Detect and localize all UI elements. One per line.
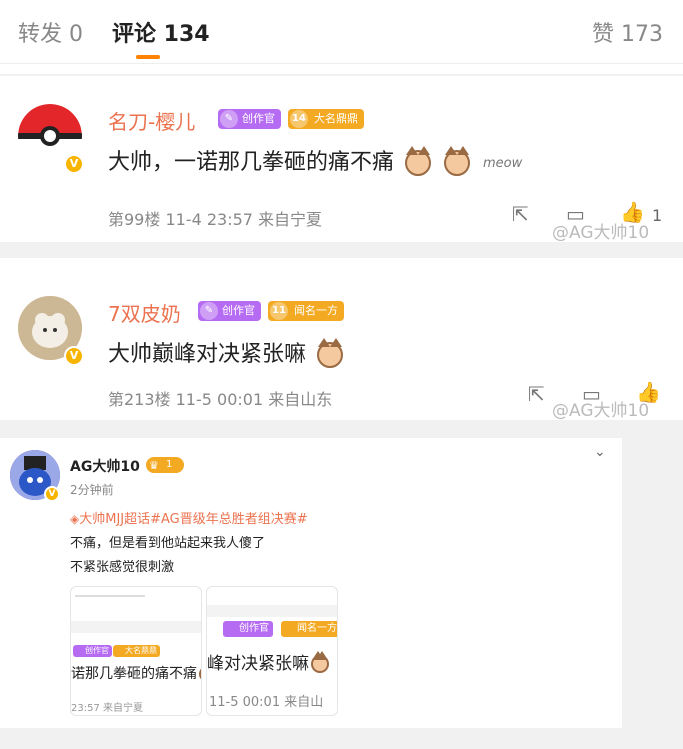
comment-tab-bar: 转发 0 评论 134 赞 173 (0, 0, 683, 64)
creator-icon: ✎ (220, 110, 238, 128)
clipped-previous-row (0, 64, 683, 74)
level-chip-title: 大名鼎鼎 (314, 112, 358, 125)
watermark: @AG大帅10 (552, 223, 650, 242)
creator-chip: ✎ 创作官 (198, 301, 261, 321)
creator-chip: 创作官 (73, 645, 112, 657)
thumb-meta: 11-5 00:01 来自山 (209, 695, 324, 710)
thumb-comment-text: 峰对决紧张嘛 (207, 649, 329, 674)
clipped-row (75, 595, 145, 603)
thumb-comment-text-content: 诺那几拳砸的痛不痛 (71, 666, 197, 682)
comment-text-content: 大帅巅峰对决紧张嘛 (108, 342, 307, 367)
comment-text: 大帅巅峰对决紧张嘛 (108, 336, 344, 368)
post-topics[interactable]: ◈大帅MJJ超话#AG晋级年总胜者组决赛# (70, 508, 308, 527)
crown-icon: ♛ (149, 459, 159, 472)
post-image-thumbnail[interactable]: 创作官 闻名一方 峰对决紧张嘛 11-5 00:01 来自山 (206, 586, 338, 716)
cat-emoji-icon (405, 146, 432, 176)
level-chip-title: 闻名一方 (294, 304, 338, 317)
post-text-line: 不紧张感觉很刺激 (70, 560, 175, 575)
cat-emoji-icon (199, 662, 201, 682)
level-chip: 14 大名鼎鼎 (288, 109, 364, 129)
comment-item: V 7双皮奶 ✎ 创作官 11 闻名一方 大帅巅峰对决紧张嘛 第213楼 11-… (0, 268, 683, 420)
share-icon[interactable]: ⇱ (528, 382, 545, 406)
chevron-down-icon[interactable]: ⌄ (594, 444, 606, 460)
thumb-comment-text-content: 峰对决紧张嘛 (207, 654, 309, 674)
active-tab-indicator (136, 55, 160, 59)
level-badge: ♛ 1 (146, 457, 184, 473)
post-username[interactable]: AG大帅10 (70, 456, 140, 476)
cat-emoji-icon (444, 146, 471, 176)
level-number: 11 (270, 302, 288, 320)
meow-sticker-icon: meow (483, 155, 523, 171)
clipped-row (0, 258, 683, 268)
post-time: 2分钟前 (70, 483, 114, 497)
tab-like[interactable]: 赞 173 (592, 16, 663, 48)
verified-badge-icon: V (64, 346, 84, 366)
comment-meta: 第99楼 11-4 23:57 来自宁夏 (108, 210, 323, 229)
cat-emoji-icon (311, 651, 329, 673)
comment-text: 大帅，一诺那几拳砸的痛不痛 meow (108, 144, 522, 176)
creator-chip-label: 创作官 (222, 304, 255, 317)
verified-badge-icon: V (44, 486, 60, 502)
like-count: 1 (652, 206, 663, 225)
gem-icon: ◈ (70, 512, 80, 526)
thumb-separator (207, 605, 337, 617)
comment-username[interactable]: 7双皮奶 (108, 298, 181, 327)
post-topics-text[interactable]: 大帅MJJ超话#AG晋级年总胜者组决赛# (79, 512, 307, 527)
creator-chip: ✎ 创作官 (218, 109, 281, 129)
creator-chip: 创作官 (223, 621, 273, 637)
share-icon[interactable]: ⇱ (512, 202, 529, 226)
thumb-meta: 23:57 来自宁夏 (71, 703, 143, 714)
level-number: 14 (290, 110, 308, 128)
comment-username[interactable]: 名刀-樱儿 (108, 106, 195, 135)
comment-meta: 第213楼 11-5 00:01 来自山东 (108, 390, 333, 409)
level-chip: 闻名一方 (281, 621, 337, 637)
verified-badge-icon: V (64, 154, 84, 174)
post-text-line: 不痛，但是看到他站起来我人傻了 (70, 536, 266, 551)
creator-chip-label: 创作官 (242, 112, 275, 125)
cat-emoji-icon (317, 338, 344, 368)
post-image-thumbnail[interactable]: 创作官 大名鼎鼎 诺那几拳砸的痛不痛 23:57 来自宁夏 (70, 586, 202, 716)
watermark: @AG大帅10 (552, 401, 650, 420)
thumb-comment-text: 诺那几拳砸的痛不痛 (71, 662, 201, 683)
comment-item: V 名刀-樱儿 ✎ 创作官 14 大名鼎鼎 大帅，一诺那几拳砸的痛不痛 meow… (0, 76, 683, 242)
tab-comment[interactable]: 评论 134 (112, 16, 210, 48)
level-badge-number: 1 (166, 459, 173, 470)
thumb-separator (71, 621, 201, 633)
comment-text-content: 大帅，一诺那几拳砸的痛不痛 (108, 150, 395, 175)
tab-repost[interactable]: 转发 0 (18, 16, 83, 48)
creator-icon: ✎ (200, 302, 218, 320)
level-chip: 大名鼎鼎 (113, 645, 160, 657)
level-chip: 11 闻名一方 (268, 301, 344, 321)
